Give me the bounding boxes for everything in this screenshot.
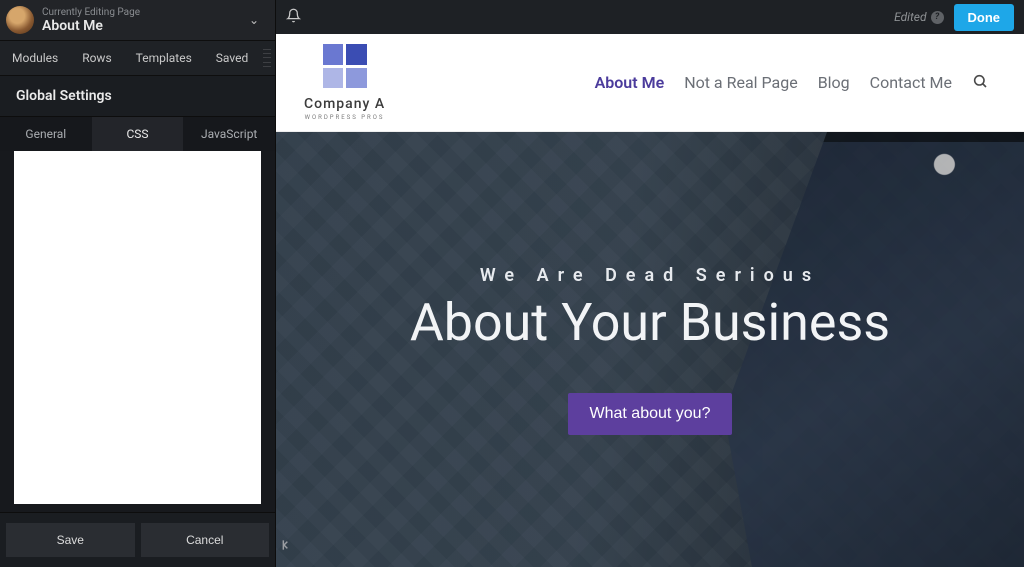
page-switcher[interactable]: Currently Editing Page About Me ⌄ xyxy=(0,0,275,41)
drag-handle-icon[interactable] xyxy=(263,47,271,69)
hero-kicker: We Are Dead Serious xyxy=(410,265,890,286)
nav-about-me[interactable]: About Me xyxy=(595,73,665,92)
save-button[interactable]: Save xyxy=(6,523,135,557)
help-icon[interactable]: ? xyxy=(931,11,944,24)
edited-label: Edited xyxy=(894,10,926,24)
settings-tab-javascript[interactable]: JavaScript xyxy=(183,116,275,151)
done-button[interactable]: Done xyxy=(954,4,1015,31)
nav-contact-me[interactable]: Contact Me xyxy=(870,73,952,92)
settings-tab-general[interactable]: General xyxy=(0,116,92,151)
nav-blog[interactable]: Blog xyxy=(818,73,850,92)
panel-title: Global Settings xyxy=(0,76,275,116)
site-logo[interactable]: Company A WORDPRESS PROS xyxy=(304,44,385,121)
sidebar-footer: Save Cancel xyxy=(0,512,275,567)
app-bar: Edited ? Done xyxy=(276,0,1024,34)
builder-tabs: Modules Rows Templates Saved xyxy=(0,41,275,76)
page-title: About Me xyxy=(42,18,245,34)
tab-rows[interactable]: Rows xyxy=(70,41,123,75)
hero-headline: About Your Business xyxy=(410,292,890,353)
nav-not-a-real-page[interactable]: Not a Real Page xyxy=(684,73,798,92)
logo-tagline: WORDPRESS PROS xyxy=(305,114,385,121)
main-area: Edited ? Done Company A WORDPRESS PROS A… xyxy=(276,0,1024,567)
editing-label: Currently Editing Page xyxy=(42,7,245,18)
builder-avatar-icon xyxy=(6,6,34,34)
tab-modules[interactable]: Modules xyxy=(0,41,70,75)
builder-sidebar: Currently Editing Page About Me ⌄ Module… xyxy=(0,0,276,567)
hero-section: We Are Dead Serious About Your Business … xyxy=(276,132,1024,567)
notifications-icon[interactable] xyxy=(286,8,301,27)
logo-mark-icon xyxy=(323,44,367,88)
chevron-down-icon[interactable]: ⌄ xyxy=(245,9,263,31)
edited-status: Edited ? xyxy=(894,10,943,24)
tab-templates[interactable]: Templates xyxy=(124,41,204,75)
search-icon[interactable] xyxy=(972,73,988,93)
site-header: Company A WORDPRESS PROS About Me Not a … xyxy=(276,34,1024,132)
code-editor-well xyxy=(0,151,275,512)
css-editor[interactable] xyxy=(14,151,261,504)
settings-tabs: General CSS JavaScript xyxy=(0,116,275,151)
tab-saved[interactable]: Saved xyxy=(204,41,260,75)
settings-tab-css[interactable]: CSS xyxy=(92,116,184,151)
collapse-sidebar-icon[interactable] xyxy=(280,537,296,557)
hero-cta-button[interactable]: What about you? xyxy=(568,393,733,435)
site-nav: About Me Not a Real Page Blog Contact Me xyxy=(595,73,988,93)
logo-text: Company A xyxy=(304,96,385,112)
cancel-button[interactable]: Cancel xyxy=(141,523,270,557)
